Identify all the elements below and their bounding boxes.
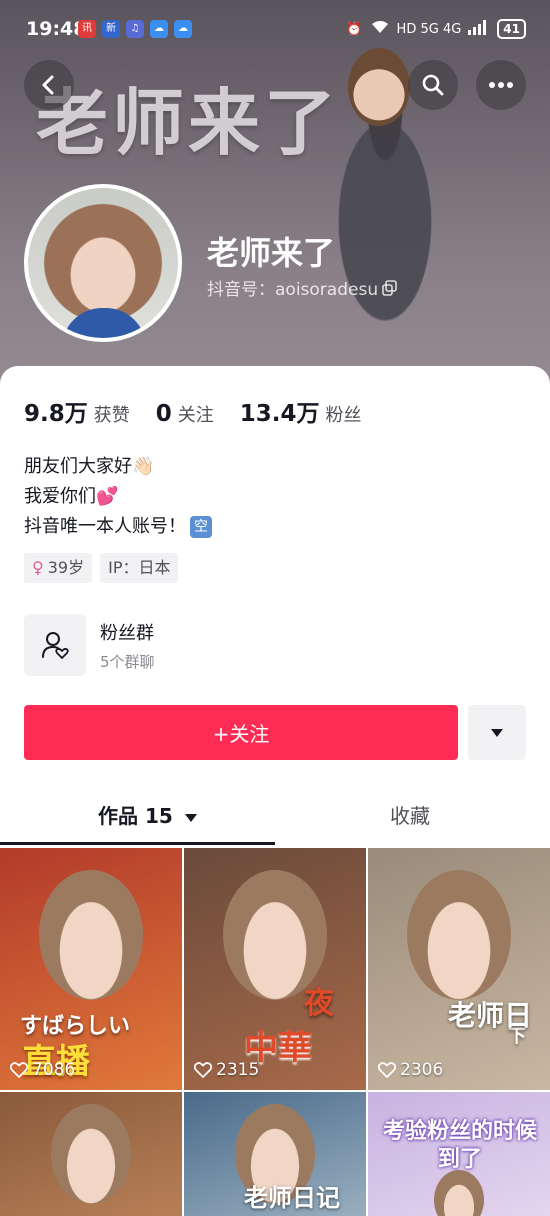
copy-icon[interactable] xyxy=(382,279,398,296)
wifi-icon xyxy=(370,19,390,39)
bio-line: 朋友们大家好👋🏻 xyxy=(24,456,155,477)
chevron-left-icon xyxy=(42,75,54,95)
heart-outline-icon xyxy=(10,1062,28,1078)
network-label: HD 5G 4G xyxy=(396,21,462,37)
stat-item[interactable]: 9.8万 获赞 xyxy=(24,394,130,428)
video-caption: 老师日 xyxy=(448,999,533,1032)
female-icon: ♀ xyxy=(32,558,44,577)
more-options-button[interactable] xyxy=(476,60,526,110)
fan-group-subtitle: 5个群聊 xyxy=(100,652,155,671)
fan-group-text: 粉丝群 5个群聊 xyxy=(100,619,155,672)
search-button[interactable] xyxy=(408,60,458,110)
thumbnail-person xyxy=(39,870,143,1000)
search-icon xyxy=(422,74,444,96)
stat-value: 13.4万 xyxy=(239,401,320,427)
stat-label: 粉丝 xyxy=(325,405,362,426)
empty-emoji-badge: 空 xyxy=(190,516,212,538)
thumbnail-person xyxy=(51,1104,131,1204)
avatar[interactable] xyxy=(24,184,182,342)
video-tile[interactable]: 考验粉丝的时候到了 xyxy=(368,1092,550,1216)
cloud-icon: ☁ xyxy=(174,20,192,38)
caret-down-icon xyxy=(184,814,197,822)
alarm-icon: ⏰ xyxy=(346,21,363,37)
more-dots-icon xyxy=(489,82,513,88)
profile-tabs: 作品 15 收藏 xyxy=(0,796,550,846)
douyin-id-text: 抖音号：aoisoradesu xyxy=(207,280,379,300)
video-caption: 考验粉丝的时候到了 xyxy=(382,1119,537,1172)
bio-line: 我爱你们💕 xyxy=(24,486,119,507)
like-count: 2306 xyxy=(378,1060,443,1080)
stat-value: 9.8万 xyxy=(24,401,88,427)
profile-name: 老师来了 xyxy=(207,234,336,272)
cover-title: 老师来了 xyxy=(36,81,341,165)
battery-indicator: 41 xyxy=(497,19,526,39)
fan-group-icon-box xyxy=(24,614,86,676)
fan-group-title: 粉丝群 xyxy=(100,622,154,644)
stat-label: 获赞 xyxy=(93,405,130,426)
tab-works[interactable]: 作品 15 xyxy=(98,796,198,846)
ip-location-tag: IP：日本 xyxy=(100,553,179,583)
video-caption: 老师日记 xyxy=(244,1184,340,1212)
cloud-icon: ☁ xyxy=(150,20,168,38)
recommend-dropdown-button[interactable] xyxy=(468,705,526,760)
thumbnail-person xyxy=(407,870,511,1000)
video-tile[interactable]: 老师日记 xyxy=(184,1092,366,1216)
status-bar: 19:48 讯新 ♫ ☁ ☁ ⏰ HD 5G 4G 41 xyxy=(0,0,550,60)
signal-icon xyxy=(468,19,490,39)
video-caption-sub: 夜 xyxy=(304,986,334,1021)
news-app-icon: 讯 xyxy=(78,20,96,38)
tab-favorites[interactable]: 收藏 xyxy=(390,796,430,846)
status-app-icons: 讯新 ♫ ☁ ☁ xyxy=(78,20,192,38)
stat-item[interactable]: 0 关注 xyxy=(156,401,214,427)
heart-outline-icon xyxy=(194,1062,212,1078)
follow-button[interactable]: +关注 xyxy=(24,705,458,760)
group-user-heart-icon xyxy=(42,632,69,659)
douyin-id[interactable]: 抖音号：aoisoradesu xyxy=(207,275,398,300)
stat-item[interactable]: 13.4万 粉丝 xyxy=(240,394,362,428)
avatar-shirt xyxy=(62,308,146,338)
active-tab-indicator xyxy=(0,842,275,845)
heart-outline-icon xyxy=(378,1062,396,1078)
video-tile[interactable] xyxy=(0,1092,182,1216)
triangle-down-icon xyxy=(491,728,503,737)
stat-value: 0 xyxy=(155,401,172,427)
back-button[interactable] xyxy=(24,60,74,110)
profile-tags: ♀ 39岁 IP：日本 xyxy=(24,553,179,583)
status-indicators: ⏰ HD 5G 4G 41 xyxy=(346,19,526,39)
new-app-icon: 新 xyxy=(102,20,120,38)
like-count: 7086 xyxy=(10,1060,75,1080)
video-tile[interactable]: すばらしい 直播 7086 xyxy=(0,848,182,1090)
video-tile[interactable]: 下老师日 2306 xyxy=(368,848,550,1090)
stat-label: 关注 xyxy=(177,405,214,426)
music-app-icon: ♫ xyxy=(126,20,144,38)
video-tile[interactable]: 夜中華 2315 xyxy=(184,848,366,1090)
profile-stats: 9.8万 获赞 0 关注 13.4万 粉丝 xyxy=(24,394,362,428)
like-count: 2315 xyxy=(194,1060,259,1080)
bio: 朋友们大家好👋🏻 我爱你们💕 抖音唯一本人账号！空 xyxy=(24,452,212,542)
bio-line: 抖音唯一本人账号！空 xyxy=(24,512,212,542)
fan-group-entry[interactable]: 粉丝群 5个群聊 xyxy=(24,614,155,676)
age-tag: ♀ 39岁 xyxy=(24,553,93,583)
